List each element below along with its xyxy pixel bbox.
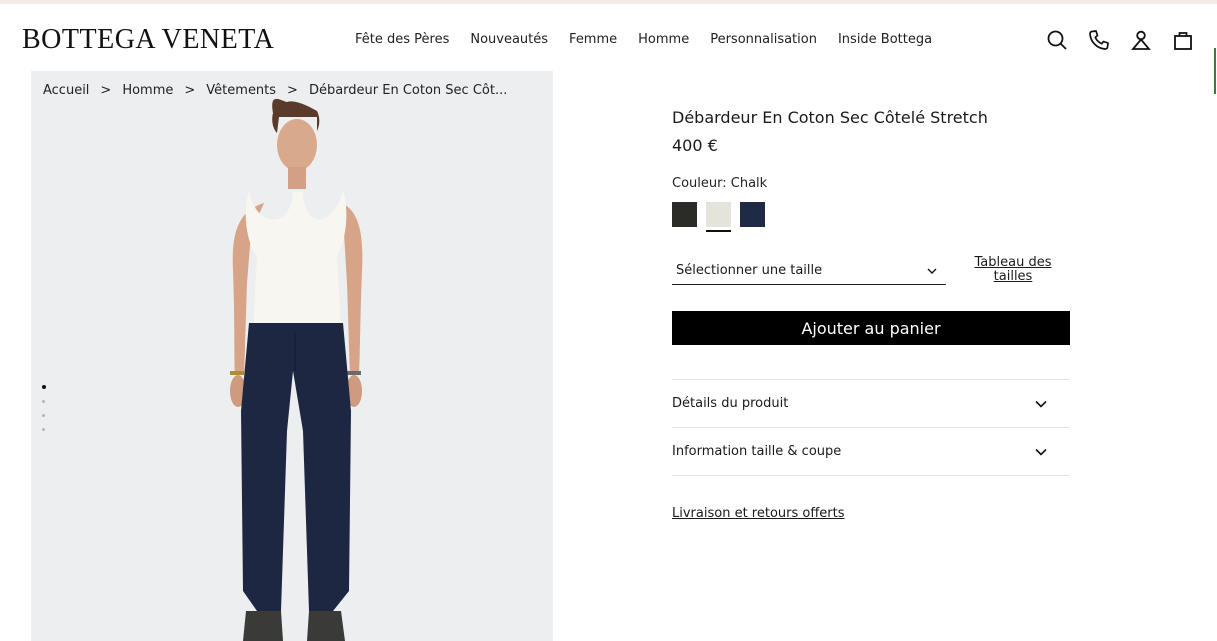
accordion-size-fit[interactable]: Information taille & coupe	[672, 428, 1070, 476]
breadcrumb-current: Débardeur En Coton Sec Côt...	[308, 83, 508, 98]
color-label: Couleur: Chalk	[672, 176, 768, 191]
accordion-label: Information taille & coupe	[672, 444, 842, 459]
shipping-returns-link[interactable]: Livraison et retours offerts	[672, 506, 845, 521]
size-guide-line1: Tableau des	[974, 255, 1052, 270]
breadcrumb-vetements[interactable]: Vêtements	[206, 83, 276, 98]
breadcrumb-separator: >	[287, 83, 298, 98]
product-title: Débardeur En Coton Sec Côtelé Stretch	[672, 108, 988, 127]
product-price: 400 €	[672, 136, 718, 155]
nav-item-homme[interactable]: Homme	[638, 32, 689, 47]
product-image	[230, 98, 363, 641]
gallery-dot[interactable]	[41, 385, 46, 389]
brand-logo[interactable]: BOTTEGA VENETA	[22, 24, 274, 56]
nav-item-personnalisation[interactable]: Personnalisation	[710, 32, 817, 47]
bag-icon[interactable]	[1171, 28, 1195, 52]
main-nav: Fête des Pères Nouveautés Femme Homme Pe…	[355, 32, 932, 47]
header-icons	[1045, 28, 1195, 52]
size-guide-link[interactable]: Tableau des tailles	[968, 256, 1058, 284]
search-icon[interactable]	[1045, 28, 1069, 52]
add-to-cart-button[interactable]: Ajouter au panier	[672, 311, 1070, 345]
product-details-panel: Débardeur En Coton Sec Côtelé Stretch 40…	[672, 108, 1070, 521]
nav-item-fete-des-peres[interactable]: Fête des Pères	[355, 32, 449, 47]
size-guide-line2: tailles	[993, 269, 1033, 284]
gallery-dot[interactable]	[42, 414, 45, 417]
size-select[interactable]: Sélectionner une taille	[672, 263, 946, 285]
breadcrumb-home[interactable]: Accueil	[43, 83, 89, 98]
breadcrumb-separator: >	[100, 83, 112, 98]
nav-item-inside-bottega[interactable]: Inside Bottega	[838, 32, 932, 47]
product-gallery[interactable]: Accueil > Homme > Vêtements > Débardeur En Cot…	[31, 71, 553, 641]
breadcrumb-homme[interactable]: Homme	[122, 83, 173, 98]
gallery-pagination	[41, 385, 46, 431]
chevron-down-icon	[927, 268, 937, 274]
product-accordion: Détails du produit Information taille & …	[672, 379, 1070, 476]
account-icon[interactable]	[1129, 28, 1153, 52]
accordion-product-details[interactable]: Détails du produit	[672, 380, 1070, 428]
chevron-down-icon	[1035, 448, 1047, 456]
breadcrumb: Accueil > Homme > Vêtements > Débardeur En Cot…	[43, 83, 507, 98]
swatch-navy[interactable]	[740, 202, 765, 227]
breadcrumb-separator: >	[184, 83, 196, 98]
nav-item-nouveautes[interactable]: Nouveautés	[470, 32, 548, 47]
gallery-dot[interactable]	[42, 428, 45, 431]
swatch-chalk[interactable]	[706, 202, 731, 232]
swatch-dark[interactable]	[672, 202, 697, 227]
color-swatches	[672, 202, 1070, 232]
accordion-label: Détails du produit	[672, 396, 789, 411]
size-row: Sélectionner une taille Tableau des tail…	[672, 256, 1070, 298]
chevron-down-icon	[1035, 400, 1047, 408]
phone-icon[interactable]	[1087, 28, 1111, 52]
gallery-dot[interactable]	[42, 400, 45, 403]
top-accent-line	[0, 0, 1217, 4]
size-select-label: Sélectionner une taille	[676, 263, 823, 278]
scrollbar-indicator[interactable]	[1214, 48, 1216, 94]
nav-item-femme[interactable]: Femme	[569, 32, 617, 47]
